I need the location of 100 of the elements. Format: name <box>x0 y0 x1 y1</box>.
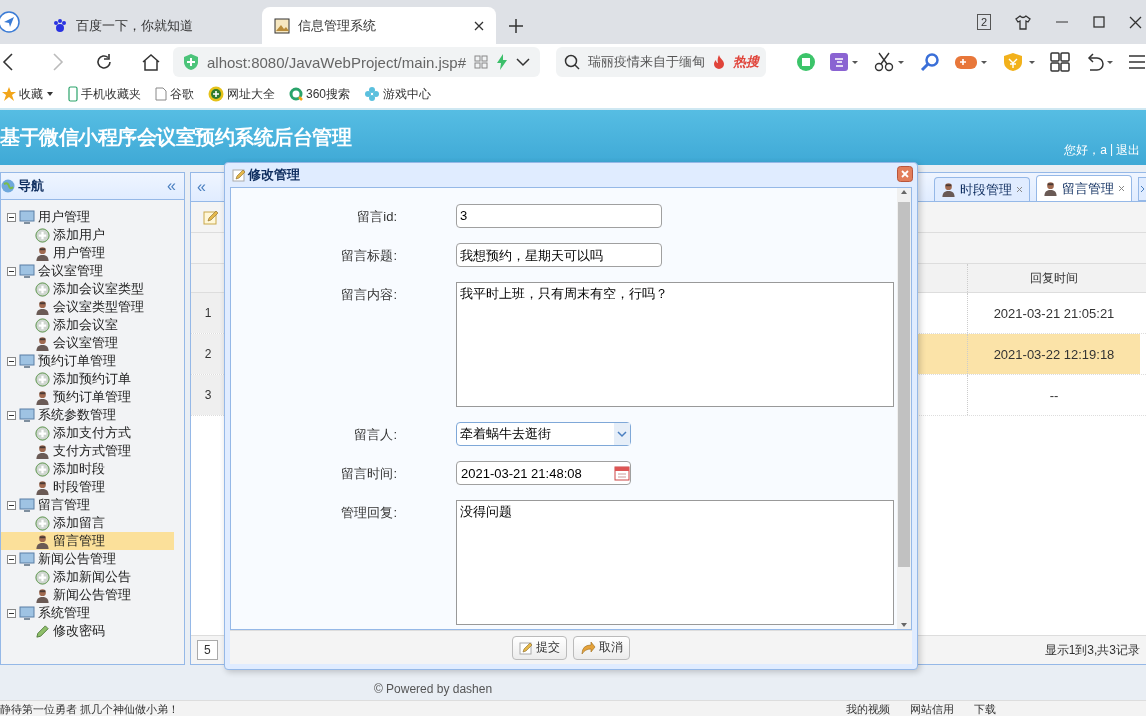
bookmark-link[interactable]: 收藏 <box>19 85 43 103</box>
field-label: 留言内容: <box>340 286 397 304</box>
field-label: 管理回复: <box>340 504 397 522</box>
tree-item[interactable]: 会议室管理 <box>1 334 174 352</box>
minus-box-icon[interactable] <box>7 356 16 366</box>
magnifier-icon[interactable] <box>920 52 940 72</box>
scroll-right-icon[interactable] <box>1138 177 1146 201</box>
tree-group[interactable]: 会议室管理 <box>1 262 184 280</box>
field-label: 留言时间: <box>340 465 397 483</box>
monitor-icon <box>19 551 35 567</box>
tree-group[interactable]: 系统参数管理 <box>1 406 184 424</box>
bookmark-link[interactable]: 谷歌 <box>170 85 194 103</box>
select-field[interactable]: 牵着蜗牛去逛街 <box>456 422 631 446</box>
home-icon[interactable] <box>140 53 161 71</box>
monitor-icon <box>19 209 35 225</box>
plus-circle-icon <box>35 461 50 477</box>
separator-text: | <box>1109 142 1113 158</box>
close-icon[interactable] <box>1129 15 1142 29</box>
phone-icon <box>68 86 78 102</box>
tree-group[interactable]: 新闻公告管理 <box>1 550 184 568</box>
minus-box-icon[interactable] <box>7 554 16 564</box>
status-link[interactable]: 网站信用 <box>910 701 954 716</box>
minus-box-icon[interactable] <box>7 410 16 420</box>
scrollbar[interactable] <box>897 188 911 629</box>
tree-group[interactable]: 用户管理 <box>1 208 184 226</box>
tree-item[interactable]: 添加用户 <box>1 226 174 244</box>
tree-item[interactable]: 预约订单管理 <box>1 388 174 406</box>
shirt-icon[interactable] <box>1015 14 1031 30</box>
tree-item[interactable]: 添加会议室 <box>1 316 174 334</box>
page-tab[interactable]: 时段管理 <box>934 177 1030 201</box>
clover-icon <box>364 86 381 102</box>
reload-icon[interactable] <box>94 53 113 71</box>
back-icon[interactable] <box>2 53 14 71</box>
new-tab-icon[interactable] <box>508 17 524 34</box>
chevron-down-icon[interactable] <box>516 57 530 67</box>
browser-tab[interactable]: 百度一下，你就知道 <box>40 7 262 44</box>
scissors-icon[interactable] <box>874 52 906 72</box>
tree-item[interactable]: 添加支付方式 <box>1 424 174 442</box>
person-icon <box>35 389 50 405</box>
text-field[interactable]: 3 <box>456 204 662 228</box>
minus-box-icon[interactable] <box>7 212 16 222</box>
monitor-icon <box>19 353 35 369</box>
text-field[interactable]: 我想预约，星期天可以吗 <box>456 243 662 267</box>
tree-item[interactable]: 添加时段 <box>1 460 174 478</box>
compass-icon <box>0 11 22 33</box>
row-number: 1 <box>191 293 226 333</box>
submit-button[interactable]: 提交 <box>512 635 567 660</box>
ring-icon <box>289 87 303 101</box>
date-field[interactable]: 2021-03-21 21:48:08 <box>456 461 631 485</box>
minus-box-icon[interactable] <box>7 608 16 618</box>
tree-item[interactable]: 添加预约订单 <box>1 370 174 388</box>
tab-count[interactable]: 2 <box>976 14 991 30</box>
tree-item[interactable]: 留言管理 <box>1 532 174 550</box>
paw-icon <box>52 17 68 34</box>
menu-icon[interactable] <box>1128 54 1146 70</box>
tree-item[interactable]: 新闻公告管理 <box>1 586 174 604</box>
shield-icon <box>182 53 199 71</box>
close-icon[interactable] <box>474 20 484 31</box>
tree-item[interactable]: 支付方式管理 <box>1 442 174 460</box>
text-area-field[interactable]: 我平时上班，只有周末有空，行吗？ <box>456 282 894 407</box>
minus-box-icon[interactable] <box>7 266 16 276</box>
text-area-field[interactable]: 没得问题 <box>456 500 894 625</box>
row-number: 3 <box>191 375 226 415</box>
tree-group[interactable]: 预约订单管理 <box>1 352 184 370</box>
tree-item[interactable]: 添加留言 <box>1 514 174 532</box>
status-link[interactable]: 下载 <box>974 701 996 716</box>
tree-item[interactable]: 添加会议室类型 <box>1 280 174 298</box>
status-message: 静待第一位勇者 抓几个神仙做小弟！ <box>0 701 180 716</box>
calendar-icon[interactable] <box>614 465 630 481</box>
table-cell: 2021-03-21 21:05:21 <box>967 293 1140 333</box>
tree-item[interactable]: 用户管理 <box>1 244 174 262</box>
cancel-button[interactable]: 取消 <box>573 635 630 660</box>
tree-item[interactable]: 时段管理 <box>1 478 174 496</box>
browser-tab[interactable]: 信息管理系统 <box>262 7 496 44</box>
tree-group[interactable]: 留言管理 <box>1 496 184 514</box>
bookmark-link[interactable]: 360搜索 <box>306 85 351 103</box>
grid-icon[interactable] <box>1050 52 1070 72</box>
bookmark-link[interactable]: 手机收藏夹 <box>81 85 141 103</box>
caret-icon[interactable] <box>46 91 54 97</box>
hot-search-label[interactable]: 热搜 <box>733 53 759 71</box>
tree-item[interactable]: 添加新闻公告 <box>1 568 174 586</box>
page-size-select[interactable]: 5 <box>197 640 218 660</box>
maximize-icon[interactable] <box>1093 16 1105 28</box>
minus-box-icon[interactable] <box>7 500 16 510</box>
tree-group[interactable]: 系统管理 <box>1 604 184 622</box>
bookmark-link[interactable]: 网址大全 <box>227 85 275 103</box>
scroll-up-icon[interactable] <box>900 188 908 196</box>
tree-item[interactable]: 会议室类型管理 <box>1 298 174 316</box>
status-link[interactable]: 我的视频 <box>846 701 890 716</box>
tree-item[interactable]: 修改密码 <box>1 622 174 640</box>
address-bar[interactable]: alhost:8080/JavaWebProject/main.jsp# <box>172 47 540 77</box>
row-number: 2 <box>191 334 226 374</box>
person-icon <box>941 182 956 197</box>
search-field[interactable]: 瑞丽疫情来自于缅甸 热搜 <box>556 47 766 77</box>
scroll-left-button[interactable]: « <box>197 178 206 196</box>
bookmark-link[interactable]: 游戏中心 <box>383 85 432 103</box>
page-tab[interactable]: 留言管理 <box>1036 175 1132 201</box>
edit-icon[interactable] <box>203 209 219 225</box>
column-header[interactable]: 回复时间 <box>967 264 1140 292</box>
collapse-button[interactable]: « <box>167 177 176 195</box>
